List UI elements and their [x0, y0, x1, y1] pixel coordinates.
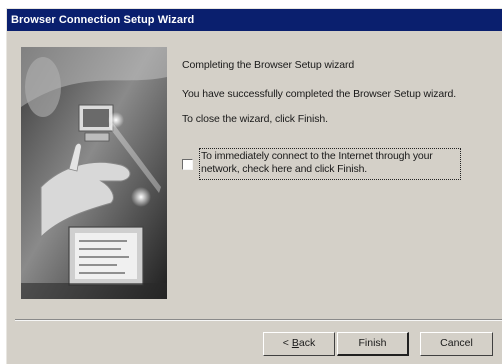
connect-checkbox[interactable] — [182, 159, 193, 170]
back-button[interactable]: < Back — [263, 332, 335, 356]
finish-button[interactable]: Finish — [337, 332, 409, 356]
completion-heading: Completing the Browser Setup wizard — [182, 59, 355, 71]
button-divider — [15, 319, 502, 321]
back-button-rest: ack — [298, 337, 316, 349]
title-bar[interactable]: Browser Connection Setup Wizard — [7, 9, 502, 31]
computer-hand-illustration-icon — [21, 47, 167, 299]
wizard-illustration — [21, 47, 167, 299]
success-message: You have successfully completed the Brow… — [182, 88, 457, 100]
window-title: Browser Connection Setup Wizard — [11, 14, 195, 26]
back-button-prefix: < — [282, 337, 292, 349]
connect-option-label[interactable]: To immediately connect to the Internet t… — [201, 150, 463, 176]
back-button-accel: B — [291, 337, 299, 349]
close-instruction: To close the wizard, click Finish. — [182, 113, 328, 125]
wizard-window: Browser Connection Setup Wizard Completi… — [6, 8, 502, 364]
cancel-button[interactable]: Cancel — [420, 332, 493, 356]
